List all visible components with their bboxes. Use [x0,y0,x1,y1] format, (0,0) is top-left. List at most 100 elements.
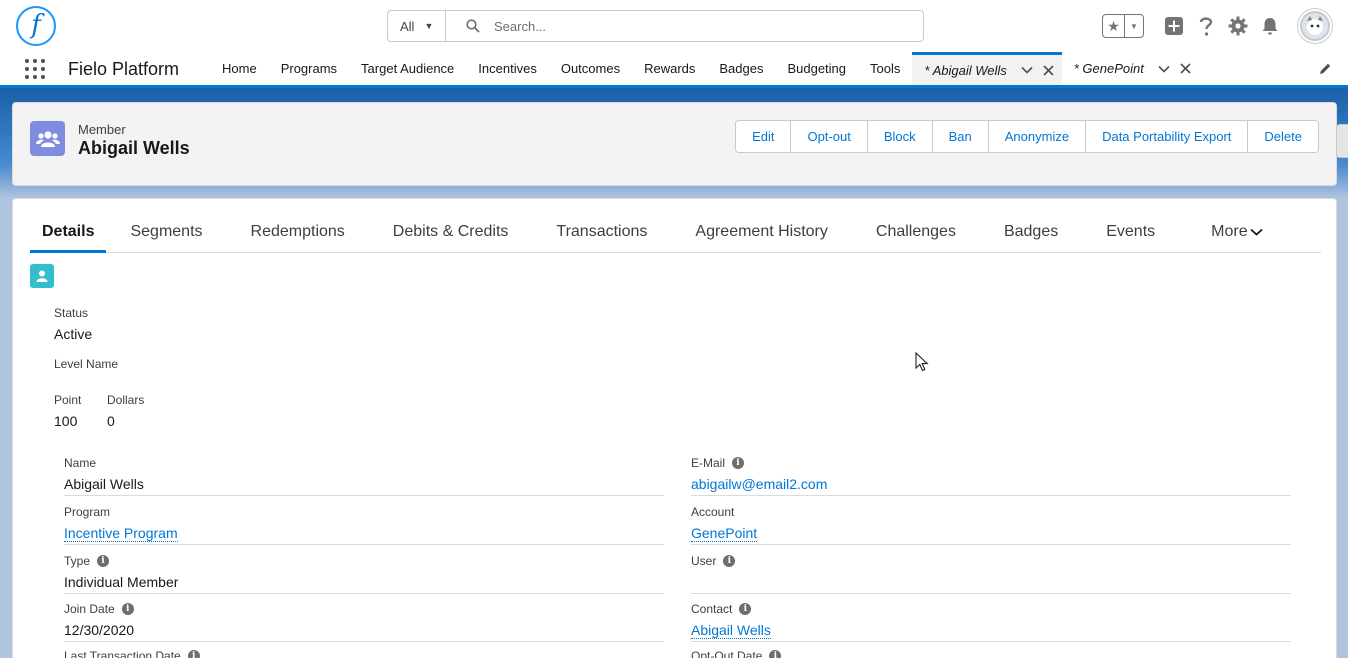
field-label-wrap: Join Date i [64,602,134,616]
field-last-transaction-date: Last Transaction Date i [64,641,664,658]
field-label: User [691,554,717,568]
field-name: Name Abigail Wells [64,448,664,496]
search-box [446,11,923,41]
member-group-icon [30,121,65,156]
edit-button[interactable]: Edit [736,121,791,152]
tab-agreement-history[interactable]: Agreement History [671,213,852,251]
field-label: Opt-Out Date [691,649,763,658]
record-type-label: Member [78,122,126,137]
workspace-tab-label: * Abigail Wells [924,62,1007,78]
contact-link[interactable]: Abigail Wells [691,622,771,639]
chevron-down-icon[interactable] [1158,65,1170,73]
nav-item-target-audience[interactable]: Target Audience [349,52,466,85]
field-value: Individual Member [64,574,179,590]
field-value: 12/30/2020 [64,622,135,638]
field-contact: Contact i Abigail Wells [691,594,1291,642]
utility-side-tab[interactable] [1336,124,1348,158]
header-icons: ★ ▼ [1102,8,1332,44]
tab-debits-credits[interactable]: Debits & Credits [369,213,533,251]
nav-item-tools[interactable]: Tools [858,52,912,85]
nav-item-rewards[interactable]: Rewards [632,52,707,85]
chevron-down-icon[interactable] [1021,66,1033,74]
nav-item-outcomes[interactable]: Outcomes [549,52,632,85]
search-scope-dropdown[interactable]: All ▼ [388,11,446,41]
contact-record-icon [30,264,54,288]
add-icon[interactable] [1163,15,1185,37]
tab-transactions[interactable]: Transactions [532,213,671,251]
info-icon[interactable]: i [97,555,110,567]
record-detail-card: Details Segments Redemptions Debits & Cr… [12,198,1337,658]
nav-item-budgeting[interactable]: Budgeting [775,52,858,85]
info-icon[interactable]: i [121,603,134,615]
delete-button[interactable]: Delete [1247,121,1318,152]
workspace-tab-genepoint[interactable]: * GenePoint [1062,52,1199,85]
field-label: Name [64,456,97,470]
info-icon[interactable]: i [723,555,736,567]
search-icon [466,19,480,33]
help-icon[interactable] [1195,15,1217,37]
field-value: Abigail Wells [64,476,144,492]
mouse-cursor-icon [915,352,929,372]
global-header: f All ▼ ★ ▼ [0,0,1348,52]
field-label-wrap: Contact i [691,602,752,616]
favorites-button-group: ★ ▼ [1102,14,1144,38]
user-avatar[interactable] [1298,9,1332,43]
fielo-logo[interactable]: f [16,6,56,46]
nav-item-home[interactable]: Home [210,52,269,85]
status-value: Active [54,326,93,342]
tab-badges[interactable]: Badges [980,213,1082,251]
level-name-label: Level Name [54,357,119,371]
app-name: Fielo Platform [68,59,180,79]
info-icon[interactable]: i [739,603,752,615]
tab-redemptions[interactable]: Redemptions [227,213,369,251]
record-highlights-panel: Member Abigail Wells Edit Opt-out Block … [12,102,1337,186]
favorites-star-icon[interactable]: ★ [1103,15,1125,37]
data-portability-export-button[interactable]: Data Portability Export [1085,121,1248,152]
field-label-wrap: Opt-Out Date i [691,649,782,658]
tab-more[interactable]: More [1187,213,1286,251]
nav-item-incentives[interactable]: Incentives [466,52,549,85]
close-icon[interactable] [1180,63,1191,74]
point-value: 100 [54,413,78,429]
opt-out-button[interactable]: Opt-out [790,121,867,152]
setup-gear-icon[interactable] [1227,15,1249,37]
field-label-wrap: User i [691,554,736,568]
email-link[interactable]: abigailw@email2.com [691,476,827,492]
status-label: Status [54,306,89,320]
field-label-wrap: E-Mail i [691,456,745,470]
nav-item-badges[interactable]: Badges [707,52,775,85]
info-icon[interactable]: i [769,650,782,658]
block-button[interactable]: Block [866,121,932,152]
account-link[interactable]: GenePoint [691,525,758,542]
favorites-dropdown-icon[interactable]: ▼ [1125,15,1143,37]
record-action-buttons: Edit Opt-out Block Ban Anonymize Data Po… [735,120,1319,153]
tab-segments[interactable]: Segments [106,213,226,251]
close-icon[interactable] [1043,64,1054,76]
info-icon[interactable]: i [732,457,745,469]
edit-nav-pencil-icon[interactable] [1318,62,1332,79]
workspace-tab-abigail-wells[interactable]: * Abigail Wells [912,52,1062,85]
global-search: All ▼ [387,10,924,42]
field-label: E-Mail [691,456,726,470]
tab-challenges[interactable]: Challenges [852,213,980,251]
ban-button[interactable]: Ban [931,121,988,152]
nav-item-programs[interactable]: Programs [269,52,349,85]
info-icon[interactable]: i [187,650,200,658]
record-title: Abigail Wells [78,138,190,158]
app-launcher-icon[interactable] [24,58,46,80]
tab-details[interactable]: Details [30,213,107,253]
anonymize-button[interactable]: Anonymize [987,121,1086,152]
notifications-bell-icon[interactable] [1259,15,1281,37]
tab-events[interactable]: Events [1082,213,1179,251]
app-navigation-bar: Fielo Platform Home Programs Target Audi… [0,52,1348,88]
search-scope-label: All [400,18,415,34]
program-link[interactable]: Incentive Program [64,525,178,542]
nav-items: Home Programs Target Audience Incentives… [210,52,1199,85]
field-opt-out-date: Opt-Out Date i [691,641,1291,658]
field-type: Type i Individual Member [64,546,664,594]
search-input[interactable] [494,18,874,34]
caret-down-icon: ▼ [424,21,434,31]
workspace-tab-label: * GenePoint [1073,61,1144,76]
field-label: Program [64,505,111,519]
field-label: Type [64,554,91,568]
